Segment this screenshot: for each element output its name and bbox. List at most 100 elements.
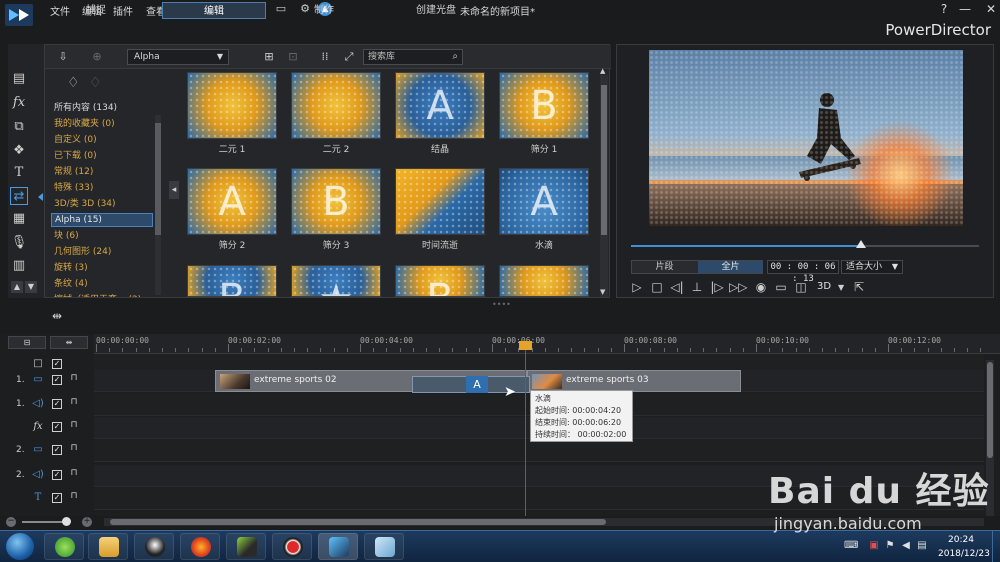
zoom-in-icon[interactable]: +: [82, 517, 92, 527]
taskbar-app-notes[interactable]: [364, 533, 404, 560]
grid-scrollbar[interactable]: [600, 75, 608, 297]
taskbar-app-screen-recorder[interactable]: [272, 533, 312, 560]
scroll-down-icon[interactable]: ▼: [25, 281, 37, 293]
transition-thumbnail[interactable]: B: [187, 265, 277, 297]
transition-thumbnail[interactable]: A 水滴: [499, 168, 589, 251]
collapse-panel-chevron-icon[interactable]: ◂: [169, 181, 179, 199]
track-lock-icon[interactable]: ⊓: [69, 373, 79, 385]
tab-create-disc[interactable]: 创建光盘: [394, 2, 478, 19]
transition-thumbnail[interactable]: [499, 265, 589, 297]
track-enable-checkbox[interactable]: ✓: [52, 493, 62, 503]
taskbar-app-360-browser[interactable]: [44, 533, 84, 560]
grid-view-icon[interactable]: ⁞⁞: [317, 49, 333, 65]
category-item[interactable]: 3D/类 3D (34): [51, 197, 153, 211]
track-lock-icon[interactable]: ⊓: [69, 468, 79, 480]
playhead-line[interactable]: [525, 342, 526, 518]
transition-thumbnail[interactable]: B: [395, 265, 485, 297]
timeline-view-icon[interactable]: ⇹: [50, 336, 88, 349]
category-dropdown[interactable]: Alpha ▼: [127, 49, 229, 65]
category-item[interactable]: 已下载 (0): [51, 149, 153, 163]
category-item[interactable]: 我的收藏夹 (0): [51, 117, 153, 131]
tab-produce[interactable]: 制作: [282, 2, 366, 19]
next-frame-icon[interactable]: |▷: [709, 279, 725, 295]
clip-extreme-sports-03[interactable]: extreme sports 03: [527, 370, 741, 392]
snapshot-camera-icon[interactable]: ◉: [753, 279, 769, 295]
transition-thumbnail[interactable]: 二元 1: [187, 72, 277, 155]
search-icon[interactable]: ⌕: [452, 50, 458, 64]
transition-thumbnail[interactable]: 二元 2: [291, 72, 381, 155]
zoom-out-icon[interactable]: −: [6, 517, 16, 527]
preview-timecode[interactable]: 00 : 00 : 06 : 13: [767, 260, 839, 284]
import-media-icon[interactable]: ⇩: [55, 49, 71, 65]
pip-room-icon[interactable]: ⧉: [10, 118, 28, 136]
category-item[interactable]: 旋转 (3): [51, 261, 153, 275]
expand-view-icon[interactable]: ⤢: [341, 49, 357, 65]
tab-capture[interactable]: 捕捉: [56, 2, 136, 19]
particle-room-icon[interactable]: ❖: [10, 142, 28, 160]
3d-mode-button[interactable]: 3D: [817, 281, 831, 292]
category-item[interactable]: 常规 (12): [51, 165, 153, 179]
category-item[interactable]: 块 (6): [51, 229, 153, 243]
audio-mixing-room-icon[interactable]: ▦: [10, 210, 28, 228]
category-scrollbar[interactable]: [155, 115, 161, 295]
fx-room-icon[interactable]: fx: [10, 94, 28, 112]
track-lock-icon[interactable]: ⊓: [69, 443, 79, 455]
scroll-up-icon[interactable]: ▲: [11, 281, 23, 293]
chapter-room-icon[interactable]: ▥: [10, 257, 28, 275]
stop-icon[interactable]: □: [649, 279, 665, 295]
track-lock-icon[interactable]: ⊓: [69, 397, 79, 409]
transition-thumbnail[interactable]: A 筛分 2: [187, 168, 277, 251]
fit-timeline-icon[interactable]: ⇹: [52, 309, 62, 323]
library-search-input[interactable]: 搜索库 ⌕: [363, 49, 463, 65]
splitter-handle[interactable]: ••••: [492, 300, 511, 309]
zoom-fit-dropdown[interactable]: 适合大小 ▼: [841, 260, 903, 274]
track-enable-checkbox[interactable]: ✓: [52, 375, 62, 385]
track-enable-checkbox[interactable]: ✓: [52, 445, 62, 455]
transition-thumbnail[interactable]: A: [466, 376, 488, 393]
transition-thumbnail[interactable]: A 结晶: [395, 72, 485, 155]
fast-forward-icon[interactable]: ▷▷: [729, 279, 747, 295]
category-item[interactable]: 所有内容 (134): [51, 101, 153, 115]
grid-scroll-up-icon[interactable]: ▲: [600, 67, 605, 75]
play-icon[interactable]: ▷: [629, 279, 645, 295]
transition-thumbnail[interactable]: B 筛分 1: [499, 72, 589, 155]
undock-preview-icon[interactable]: ⇱: [851, 279, 867, 295]
taskbar-app-powerdirector[interactable]: [318, 533, 358, 560]
subtitle-icon[interactable]: ▭: [773, 279, 789, 295]
start-button-icon[interactable]: [6, 533, 34, 560]
category-item[interactable]: 几何图形 (24): [51, 245, 153, 259]
minimize-icon[interactable]: —: [958, 2, 972, 16]
3d-chevron-down-icon[interactable]: ▼: [838, 283, 844, 292]
preview-seek-handle[interactable]: [855, 240, 866, 248]
track-lock-icon[interactable]: ⊓: [69, 491, 79, 503]
clip-mode-button[interactable]: 片段: [632, 261, 697, 273]
category-item[interactable]: 条纹 (4): [51, 277, 153, 291]
category-item[interactable]: 特殊 (33): [51, 181, 153, 195]
media-room-icon[interactable]: ▤: [10, 70, 28, 88]
taskbar-app-firefox[interactable]: [180, 533, 220, 560]
grid-scroll-down-icon[interactable]: ▼: [600, 288, 605, 296]
volume-icon[interactable]: ◫: [793, 279, 809, 295]
track-enable-checkbox[interactable]: ✓: [52, 470, 62, 480]
category-item[interactable]: 擦拭（适用于变... (2): [51, 293, 153, 297]
track-lock-icon[interactable]: ⊓: [69, 420, 79, 432]
track-enable-checkbox[interactable]: ✓: [52, 422, 62, 432]
preview-video-frame[interactable]: [649, 50, 963, 226]
previous-frame-icon[interactable]: ◁|: [669, 279, 685, 295]
tab-edit[interactable]: 编辑: [162, 2, 266, 19]
movie-mode-button[interactable]: 全片: [698, 261, 763, 273]
help-icon[interactable]: ?: [937, 2, 951, 16]
category-item[interactable]: Alpha (15): [51, 213, 153, 227]
taskbar-app-qq[interactable]: [134, 533, 174, 560]
storyboard-view-icon[interactable]: ⊟: [8, 336, 46, 349]
transition-room-icon[interactable]: ⇄: [10, 187, 28, 205]
zoom-slider-handle[interactable]: [62, 517, 71, 526]
close-icon[interactable]: ✕: [984, 2, 998, 16]
playhead-handle[interactable]: [519, 341, 532, 350]
taskbar-app-file-explorer[interactable]: [88, 533, 128, 560]
add-tag-icon[interactable]: ♢: [67, 75, 80, 91]
mark-in-icon[interactable]: ⊥: [689, 279, 705, 295]
transition-thumbnail[interactable]: 时间流逝: [395, 168, 485, 251]
category-item[interactable]: 自定义 (0): [51, 133, 153, 147]
track-enable-checkbox[interactable]: ✓: [52, 399, 62, 409]
